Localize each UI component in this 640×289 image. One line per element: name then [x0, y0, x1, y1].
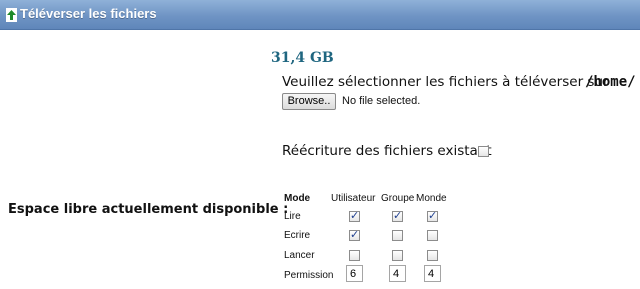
permission-group-input[interactable]	[389, 265, 406, 282]
write-user-checkbox[interactable]	[349, 228, 360, 241]
select-files-label: Veuillez sélectionner les fichiers à tél…	[282, 74, 609, 90]
target-path: /home/	[585, 74, 636, 90]
free-space-value: 31,4 GB	[271, 50, 334, 66]
overwrite-label: Réécriture des fichiers existant	[282, 143, 492, 159]
perm-header-group: Groupe	[381, 193, 415, 204]
read-user-checkbox[interactable]	[349, 209, 360, 222]
overwrite-checkbox[interactable]	[478, 146, 489, 157]
page-title: Téléverser les fichiers	[20, 6, 157, 21]
exec-world-checkbox[interactable]	[427, 250, 438, 261]
permission-world-input[interactable]	[424, 265, 441, 282]
perm-row-permission-label: Permission	[284, 270, 334, 281]
exec-user-checkbox[interactable]	[349, 250, 360, 261]
exec-group-checkbox[interactable]	[392, 250, 403, 261]
perm-header-mode: Mode	[284, 193, 311, 204]
perm-row-read-label: Lire	[284, 211, 301, 222]
title-bar: Téléverser les fichiers	[0, 0, 640, 30]
upload-arrow-icon	[6, 8, 17, 22]
perm-header-world: Monde	[416, 193, 447, 204]
browse-button[interactable]: Browse..	[282, 93, 336, 110]
perm-header-user: Utilisateur	[331, 193, 376, 204]
write-world-checkbox[interactable]	[427, 230, 438, 241]
permission-user-input[interactable]	[346, 265, 363, 282]
perm-row-exec-label: Lancer	[284, 250, 315, 261]
file-status-text: No file selected.	[342, 95, 421, 107]
write-group-checkbox[interactable]	[392, 230, 403, 241]
perm-row-write-label: Ecrire	[284, 230, 311, 241]
read-group-checkbox[interactable]	[392, 209, 403, 222]
read-world-checkbox[interactable]	[427, 209, 438, 222]
free-space-label: Espace libre actuellement disponible :	[8, 202, 289, 217]
